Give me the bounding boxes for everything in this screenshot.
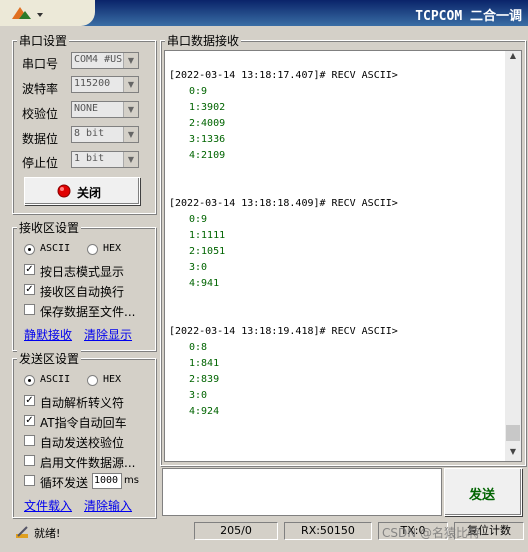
- send-button[interactable]: 发送: [444, 468, 522, 516]
- recv-data-line: 2:4009: [189, 118, 226, 129]
- scroll-thumb[interactable]: [506, 425, 520, 441]
- recv-hex-label: HEX: [103, 243, 122, 254]
- log-mode-label: 按日志模式显示: [40, 265, 125, 279]
- auto-wrap-label: 接收区自动换行: [40, 285, 125, 299]
- parity-label: 校验位: [22, 107, 59, 121]
- loop-send-checkbox[interactable]: [24, 475, 35, 486]
- clear-input-link[interactable]: 清除输入: [84, 497, 132, 514]
- scroll-up-icon[interactable]: ▲: [505, 51, 521, 63]
- port-label: 串口号: [22, 57, 59, 71]
- scroll-down-icon[interactable]: ▼: [505, 447, 521, 459]
- databits-value: 8 bit: [74, 128, 105, 139]
- save-file-checkbox[interactable]: [24, 304, 35, 315]
- port-select[interactable]: COM4 #US ▼: [71, 52, 139, 69]
- recv-entry-header: [2022-03-14 13:18:18.409]# RECV ASCII>: [169, 198, 398, 209]
- auto-escape-label: 自动解析转义符: [40, 396, 125, 410]
- recv-hex-radio[interactable]: [87, 244, 98, 255]
- databits-select[interactable]: 8 bit ▼: [71, 126, 139, 143]
- chevron-down-icon[interactable]: ▼: [123, 53, 138, 68]
- recv-settings-title: 接收区设置: [17, 219, 82, 236]
- baud-value: 115200: [74, 78, 111, 89]
- app-logo-icon: [12, 7, 43, 19]
- window-title: TCPCOM 二合一调: [415, 9, 522, 24]
- silent-recv-link[interactable]: 静默接收: [24, 326, 72, 343]
- auto-checksum-checkbox[interactable]: [24, 435, 35, 446]
- status-counts: 205/0: [194, 522, 278, 540]
- recv-data-line: 1:3902: [189, 102, 226, 113]
- status-rx: RX:50150: [284, 522, 372, 540]
- recv-ascii-label: ASCII: [40, 243, 71, 254]
- chevron-down-icon[interactable]: ▼: [123, 152, 138, 167]
- save-file-label: 保存数据至文件...: [40, 305, 136, 319]
- file-source-label: 启用文件数据源...: [40, 456, 136, 470]
- send-text-input[interactable]: [162, 468, 442, 516]
- recv-data-line: 0:9: [189, 214, 208, 225]
- send-ascii-label: ASCII: [40, 374, 71, 385]
- pencil-icon: [16, 526, 28, 538]
- stopbits-select[interactable]: 1 bit ▼: [71, 151, 139, 168]
- send-hex-label: HEX: [103, 374, 122, 385]
- recv-panel-title: 串口数据接收: [165, 32, 242, 49]
- file-source-checkbox[interactable]: [24, 455, 35, 466]
- title-bar: TCPCOM 二合一调: [0, 0, 528, 26]
- recv-entry-header: [2022-03-14 13:18:17.407]# RECV ASCII>: [169, 70, 398, 81]
- send-ascii-radio[interactable]: [24, 375, 35, 386]
- recv-data-line: 2:1051: [189, 246, 226, 257]
- auto-wrap-checkbox[interactable]: ✓: [24, 284, 35, 295]
- at-cr-checkbox[interactable]: ✓: [24, 415, 35, 426]
- recv-data-line: 3:0: [189, 262, 208, 273]
- load-file-link[interactable]: 文件载入: [24, 497, 72, 514]
- recv-data-line: 1:841: [189, 358, 220, 369]
- chevron-down-icon[interactable]: ▼: [123, 102, 138, 117]
- status-ready: 就绪!: [34, 527, 61, 540]
- system-menu[interactable]: [0, 0, 95, 26]
- chevron-down-icon[interactable]: ▼: [123, 77, 138, 92]
- recv-data-line: 0:8: [189, 342, 208, 353]
- recv-data-line: 4:941: [189, 278, 220, 289]
- recv-data-line: 4:2109: [189, 150, 226, 161]
- send-settings-title: 发送区设置: [17, 350, 82, 367]
- ms-unit-label: ms: [124, 475, 139, 486]
- auto-checksum-label: 自动发送校验位: [40, 436, 125, 450]
- watermark: CSDN @名猿比特: [382, 526, 481, 540]
- send-button-label: 发送: [469, 488, 496, 503]
- recv-data-line: 4:924: [189, 406, 220, 417]
- databits-label: 数据位: [22, 132, 59, 146]
- chevron-down-icon[interactable]: ▼: [123, 127, 138, 142]
- recv-text-area[interactable]: [2022-03-14 13:18:17.407]# RECV ASCII> 0…: [164, 50, 522, 462]
- recv-data-line: 3:0: [189, 390, 208, 401]
- recv-entry-header: [2022-03-14 13:18:19.418]# RECV ASCII>: [169, 326, 398, 337]
- close-port-button[interactable]: 关闭: [24, 177, 140, 205]
- port-value: COM4 #US: [74, 54, 123, 65]
- recv-data-line: 1:1111: [189, 230, 226, 241]
- auto-escape-checkbox[interactable]: ✓: [24, 395, 35, 406]
- send-hex-radio[interactable]: [87, 375, 98, 386]
- stopbits-label: 停止位: [22, 156, 59, 170]
- recv-data-line: 3:1336: [189, 134, 226, 145]
- clear-display-link[interactable]: 清除显示: [84, 326, 132, 343]
- recv-ascii-radio[interactable]: [24, 244, 35, 255]
- close-port-label: 关闭: [77, 186, 102, 200]
- baud-select[interactable]: 115200 ▼: [71, 76, 139, 93]
- recv-scrollbar[interactable]: ▲ ▼: [505, 51, 521, 461]
- stopbits-value: 1 bit: [74, 153, 105, 164]
- parity-value: NONE: [74, 103, 99, 114]
- loop-send-label: 循环发送: [40, 476, 89, 490]
- parity-select[interactable]: NONE ▼: [71, 101, 139, 118]
- red-status-icon: [57, 184, 71, 198]
- recv-data-line: 0:9: [189, 86, 208, 97]
- loop-interval-input[interactable]: 1000: [92, 473, 122, 489]
- recv-data-line: 2:839: [189, 374, 220, 385]
- at-cr-label: AT指令自动回车: [40, 416, 127, 430]
- baud-label: 波特率: [22, 82, 59, 96]
- log-mode-checkbox[interactable]: ✓: [24, 264, 35, 275]
- serial-settings-title: 串口设置: [17, 32, 70, 49]
